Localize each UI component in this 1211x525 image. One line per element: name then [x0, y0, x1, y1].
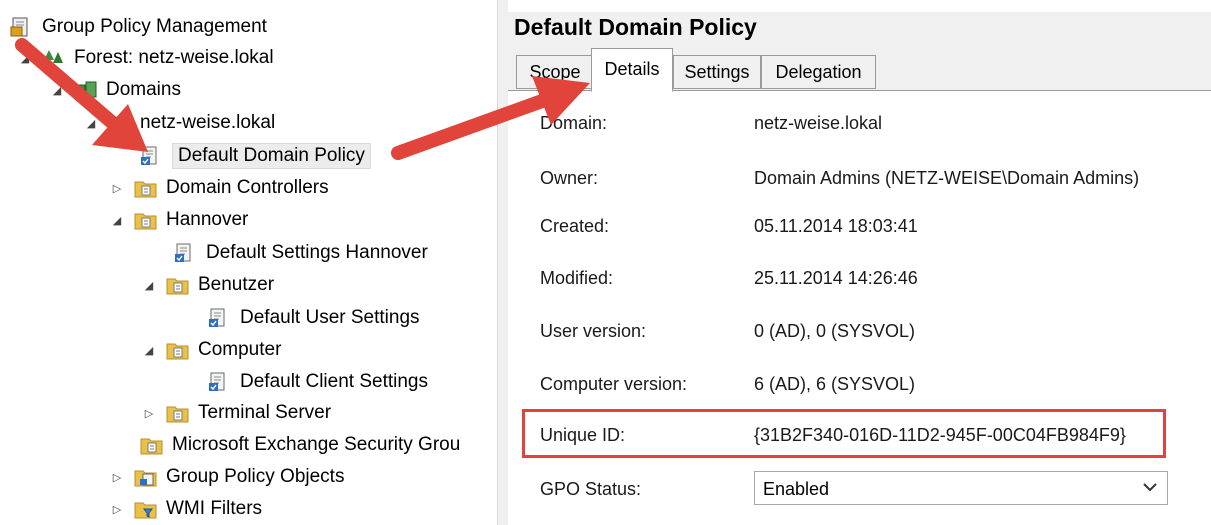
- tree-node-hannover[interactable]: ◢ Hannover: [110, 205, 249, 235]
- expanded-arrow-icon[interactable]: ◢: [142, 343, 156, 357]
- ou-folder-icon: [166, 343, 189, 360]
- gpo-tree-pane[interactable]: Group Policy Management ◢ Forest: netz-w…: [0, 0, 497, 525]
- tree-node-label: Default Client Settings: [240, 371, 428, 392]
- tree-node-domain[interactable]: ◢ netz-weise.lokal: [84, 108, 275, 138]
- tree-node-label: Terminal Server: [198, 402, 332, 423]
- tree-node-domains[interactable]: ◢ Domains: [50, 75, 181, 105]
- tree-node-label: Domain Controllers: [166, 177, 329, 198]
- ou-folder-icon: [134, 213, 157, 230]
- collapsed-arrow-icon[interactable]: ▷: [110, 181, 124, 195]
- unique-id-value: {31B2F340-016D-11D2-945F-00C04FB984F9}: [754, 425, 1126, 445]
- tab-delegation[interactable]: Delegation: [761, 55, 876, 89]
- tree-node-domain-controllers[interactable]: ▷ Domain Controllers: [110, 173, 329, 203]
- tree-node-root[interactable]: Group Policy Management: [10, 12, 267, 42]
- ou-folder-icon: [134, 181, 157, 198]
- tree-node-default-settings-hannover[interactable]: Default Settings Hannover: [174, 238, 428, 268]
- tree-node-wmi-filters[interactable]: ▷ WMI Filters: [110, 494, 262, 524]
- modified-value: 25.11.2014 14:26:46: [754, 268, 918, 288]
- tree-node-exchange-security-group[interactable]: Microsoft Exchange Security Grou: [140, 430, 460, 460]
- tree-node-label: Group Policy Objects: [166, 466, 345, 487]
- ou-folder-icon: [166, 278, 189, 295]
- expanded-arrow-icon[interactable]: ◢: [142, 278, 156, 292]
- collapsed-arrow-icon[interactable]: ▷: [110, 502, 124, 516]
- tab-scope[interactable]: Scope: [516, 55, 594, 89]
- tree-node-label: Default Settings Hannover: [206, 242, 428, 263]
- chevron-down-icon[interactable]: [1141, 477, 1159, 497]
- gpo-link-icon: [174, 243, 191, 263]
- computer-version-label: Computer version:: [540, 374, 688, 394]
- gpo-status-label: GPO Status:: [540, 479, 642, 499]
- collapsed-arrow-icon[interactable]: ▷: [110, 470, 124, 484]
- tree-node-forest[interactable]: ◢ Forest: netz-weise.lokal: [18, 43, 274, 73]
- tree-node-label: Computer: [198, 339, 282, 360]
- tree-node-default-user-settings[interactable]: Default User Settings: [208, 303, 420, 333]
- details-pane: Default Domain Policy Scope Details Sett…: [508, 0, 1211, 525]
- tree-node-label: WMI Filters: [166, 498, 263, 519]
- user-version-label: User version:: [540, 321, 647, 341]
- tree-node-label: Microsoft Exchange Security Grou: [172, 434, 461, 455]
- ou-folder-icon: [140, 438, 163, 455]
- details-content: Domain: netz-weise.lokal Owner: Domain A…: [508, 91, 1211, 525]
- tab-settings[interactable]: Settings: [673, 55, 761, 89]
- created-label: Created:: [540, 216, 610, 236]
- tree-node-terminal-server[interactable]: ▷ Terminal Server: [142, 398, 331, 428]
- domain-icon: [109, 114, 131, 131]
- gpm-console-icon: [10, 17, 28, 37]
- collapsed-arrow-icon[interactable]: ▷: [142, 406, 156, 420]
- tab-details[interactable]: Details: [591, 48, 673, 92]
- tree-node-benutzer[interactable]: ◢ Benutzer: [142, 270, 274, 300]
- gpo-status-dropdown[interactable]: Enabled: [754, 471, 1168, 505]
- domain-label: Domain:: [540, 113, 608, 133]
- pane-title: Default Domain Policy: [514, 14, 757, 40]
- expanded-arrow-icon[interactable]: ◢: [84, 116, 98, 130]
- expanded-arrow-icon[interactable]: ◢: [110, 213, 124, 227]
- tree-node-label: Forest: netz-weise.lokal: [74, 47, 274, 68]
- tree-node-label: Default User Settings: [240, 307, 420, 328]
- wmi-filter-icon: [134, 502, 157, 519]
- tree-node-computer[interactable]: ◢ Computer: [142, 335, 282, 365]
- gpo-link-icon: [140, 146, 157, 166]
- tree-node-label: Default Domain Policy: [172, 143, 371, 169]
- tree-node-label: netz-weise.lokal: [140, 112, 276, 133]
- domains-folder-icon: [75, 81, 97, 98]
- forest-icon: [44, 50, 63, 65]
- domain-value: netz-weise.lokal: [754, 113, 883, 133]
- expanded-arrow-icon[interactable]: ◢: [18, 51, 32, 65]
- gpo-container-icon: [134, 470, 157, 487]
- user-version-value: 0 (AD), 0 (SYSVOL): [754, 321, 916, 341]
- ou-folder-icon: [166, 406, 189, 423]
- gpo-link-icon: [208, 372, 225, 392]
- tree-node-label: Hannover: [166, 209, 249, 230]
- tree-node-label: Domains: [106, 79, 181, 100]
- tree-node-label: Benutzer: [198, 274, 275, 295]
- gpo-link-icon: [208, 308, 225, 328]
- modified-label: Modified:: [540, 268, 614, 288]
- tree-node-default-client-settings[interactable]: Default Client Settings: [208, 367, 428, 397]
- created-value: 05.11.2014 18:03:41: [754, 216, 918, 236]
- owner-label: Owner:: [540, 168, 599, 188]
- tree-node-default-domain-policy[interactable]: Default Domain Policy: [140, 141, 371, 171]
- tree-node-group-policy-objects[interactable]: ▷ Group Policy Objects: [110, 462, 345, 492]
- owner-value: Domain Admins (NETZ-WEISE\Domain Admins): [754, 168, 1140, 188]
- gpo-status-value: Enabled: [763, 479, 830, 499]
- computer-version-value: 6 (AD), 6 (SYSVOL): [754, 374, 916, 394]
- tree-node-label: Group Policy Management: [42, 16, 267, 37]
- unique-id-label: Unique ID:: [540, 425, 626, 445]
- expanded-arrow-icon[interactable]: ◢: [50, 83, 64, 97]
